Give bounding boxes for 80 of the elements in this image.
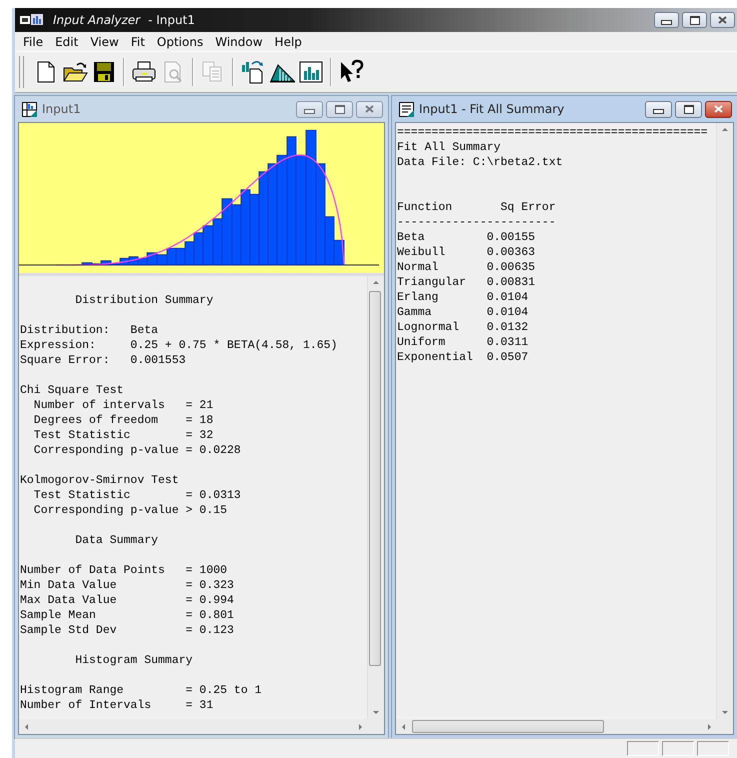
text-line: Sample Std Dev = 0.123 <box>20 623 234 638</box>
text-line: Gamma 0.0104 <box>397 305 528 320</box>
text-line: Normal 0.00635 <box>397 260 536 275</box>
text-line: Square Error: 0.001553 <box>20 353 186 368</box>
menu-item[interactable]: Options <box>150 34 210 48</box>
text-line: Expression: 0.25 + 0.75 * BETA(4.58, 1.65) <box>20 338 338 353</box>
close-icon <box>714 105 723 113</box>
text-line: Triangular 0.00831 <box>397 275 536 290</box>
close-button[interactable] <box>710 12 735 28</box>
text-line: Exponential 0.0507 <box>397 350 528 365</box>
window-title: Input1 <box>42 102 81 116</box>
text-line: Sample Mean = 0.801 <box>20 608 234 623</box>
text-line: Test Statistic = 32 <box>34 428 214 443</box>
text-line: Histogram Summary <box>75 653 193 668</box>
scroll-thumb[interactable] <box>369 291 381 666</box>
scroll-left-icon[interactable] <box>25 724 28 730</box>
maximize-button[interactable] <box>326 100 353 118</box>
text-line: Uniform 0.0311 <box>397 335 528 350</box>
close-icon <box>365 105 374 113</box>
text-line: Kolmogorov-Smirnov Test <box>20 473 179 488</box>
text-line: Min Data Value = 0.323 <box>20 578 234 593</box>
text-line: Beta 0.00155 <box>397 230 536 245</box>
text-line: ----------------------- <box>397 215 556 230</box>
minimize-button[interactable] <box>645 100 672 118</box>
text-line: Corresponding p-value = 0.0228 <box>34 443 241 458</box>
text-line: Data Summary <box>75 533 158 548</box>
document-title: - Input1 <box>148 13 195 27</box>
menu-item[interactable]: File <box>17 34 50 48</box>
maximize-button[interactable] <box>682 12 707 28</box>
text-line: Test Statistic = 0.0313 <box>34 488 241 503</box>
chart-page-icon[interactable] <box>240 59 266 85</box>
close-icon <box>718 16 727 24</box>
menu-item[interactable]: View <box>84 34 125 48</box>
scroll-right-icon[interactable] <box>708 724 711 730</box>
text-line: Distribution: Beta <box>20 323 158 338</box>
text-line: Distribution Summary <box>75 293 214 308</box>
text-line: Fit All Summary <box>397 140 501 155</box>
scroll-down-icon[interactable] <box>722 711 728 714</box>
text-line: Number of Data Points = 1000 <box>20 563 228 578</box>
menu-item[interactable]: Window <box>209 34 269 48</box>
text-line: Number of Intervals = 31 <box>20 698 214 713</box>
app-icon <box>19 13 45 27</box>
menu-item[interactable]: Help <box>268 34 308 48</box>
window-title: Input1 - Fit All Summary <box>419 102 564 116</box>
maximize-button[interactable] <box>675 100 702 118</box>
status-panel <box>662 741 694 756</box>
scroll-thumb[interactable] <box>412 720 604 733</box>
scroll-right-icon[interactable] <box>359 724 362 730</box>
help-pointer-icon[interactable] <box>338 59 364 85</box>
scroll-up-icon[interactable] <box>722 128 728 131</box>
text-line: Number of intervals = 21 <box>34 398 214 413</box>
scroll-left-icon[interactable] <box>402 724 405 730</box>
text-line: Degrees of freedom = 18 <box>34 413 214 428</box>
app-title: Input Analyzer <box>53 13 140 27</box>
text-line: Function Sq Error <box>397 200 556 215</box>
chart-document-icon <box>22 102 37 116</box>
scroll-up-icon[interactable] <box>373 281 379 284</box>
horizontal-scrollbar[interactable] <box>19 719 384 734</box>
horizontal-scrollbar[interactable] <box>396 719 733 734</box>
text-line: Weibull 0.00363 <box>397 245 536 260</box>
text-line: Corresponding p-value > 0.15 <box>34 503 228 518</box>
text-document-icon <box>399 102 414 116</box>
bar-chart-page-icon[interactable] <box>298 59 324 85</box>
scroll-down-icon[interactable] <box>373 711 379 714</box>
text-line: Histogram Range = 0.25 to 1 <box>20 683 262 698</box>
status-panel <box>697 741 729 756</box>
minimize-button[interactable] <box>296 100 323 118</box>
vertical-scrollbar[interactable] <box>367 276 384 719</box>
text-line: Lognormal 0.0132 <box>397 320 528 335</box>
menu-item[interactable]: Fit <box>124 34 151 48</box>
close-button[interactable] <box>705 100 732 118</box>
vertical-scrollbar[interactable] <box>716 123 733 719</box>
text-line: ============================================= <box>397 125 708 140</box>
text-line: Erlang 0.0104 <box>397 290 528 305</box>
status-panel <box>627 741 659 756</box>
minimize-button[interactable] <box>654 12 679 28</box>
text-line: Chi Square Test <box>20 383 124 398</box>
text-line: Data File: C:\rbeta2.txt <box>397 155 563 170</box>
text-line: Max Data Value = 0.994 <box>20 593 234 608</box>
menu-item[interactable]: Edit <box>49 34 84 48</box>
